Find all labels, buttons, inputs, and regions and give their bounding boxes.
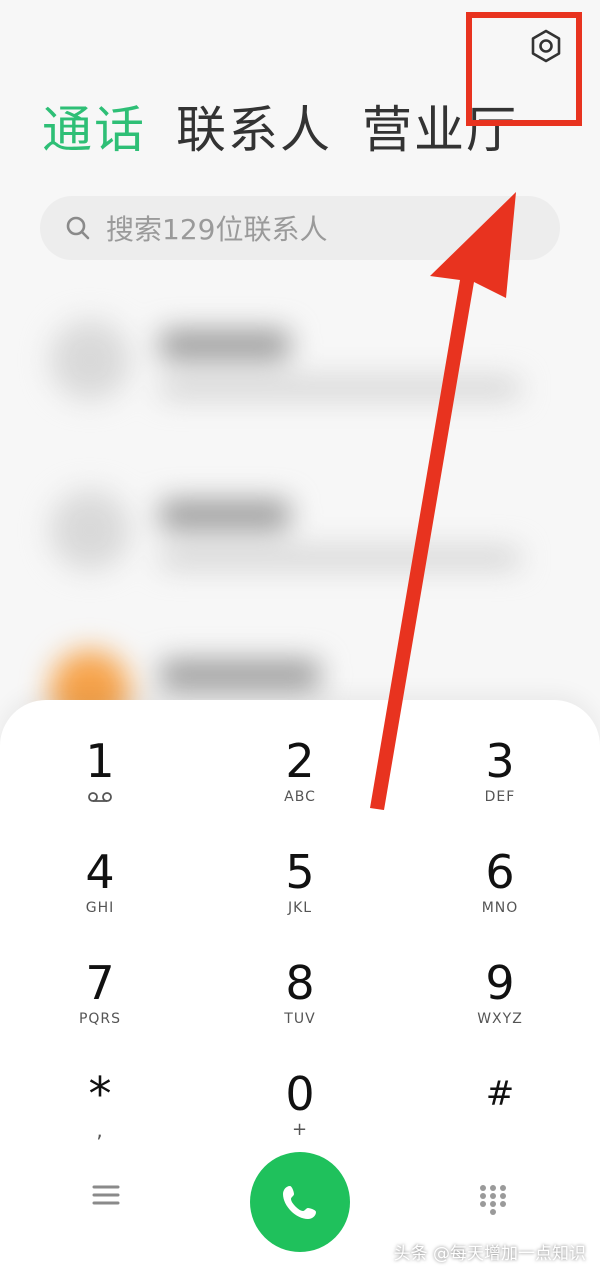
avatar xyxy=(50,320,130,400)
key-digit: 2 xyxy=(285,734,315,788)
key-letters: , xyxy=(96,1118,104,1142)
key-digit: 8 xyxy=(285,956,315,1010)
keypad-icon xyxy=(480,1185,506,1215)
key-6[interactable]: 6 MNO xyxy=(420,845,580,945)
key-star[interactable]: * , xyxy=(20,1067,180,1167)
key-hash[interactable]: # xyxy=(420,1067,580,1167)
key-letters: DEF xyxy=(484,789,516,805)
key-digit: 0 xyxy=(285,1067,315,1121)
search-icon xyxy=(66,216,90,240)
dialer-screen: 通话 联系人 营业厅 搜索129位联系人 1 2 ABC 3 DEF 4 GHI… xyxy=(0,0,600,1282)
key-letters: WXYZ xyxy=(477,1011,523,1027)
watermark: 头条 @每天增加一点知识 xyxy=(393,1244,586,1264)
key-letters: MNO xyxy=(481,900,519,916)
highlight-box xyxy=(466,12,582,126)
key-digit: 6 xyxy=(485,845,515,899)
key-digit: 3 xyxy=(485,734,515,788)
key-digit: 1 xyxy=(85,734,115,788)
key-letters: + xyxy=(291,1119,309,1140)
key-1[interactable]: 1 xyxy=(20,734,180,834)
contact-detail-blurred xyxy=(160,378,520,398)
recent-calls-list xyxy=(0,290,600,730)
key-5[interactable]: 5 JKL xyxy=(220,845,380,945)
menu-button[interactable] xyxy=(88,1180,124,1210)
menu-icon xyxy=(92,1185,120,1205)
contact-name-blurred xyxy=(160,330,290,360)
phone-icon xyxy=(283,1186,316,1219)
key-digit: * xyxy=(88,1067,112,1121)
key-4[interactable]: 4 GHI xyxy=(20,845,180,945)
key-2[interactable]: 2 ABC xyxy=(220,734,380,834)
contact-detail-blurred xyxy=(160,548,520,568)
keypad-toggle-button[interactable] xyxy=(476,1182,510,1216)
key-digit: 9 xyxy=(485,956,515,1010)
voicemail-icon xyxy=(88,792,112,802)
key-letters: PQRS xyxy=(78,1011,122,1027)
top-tabs: 通话 联系人 营业厅 xyxy=(42,100,518,160)
search-placeholder: 搜索129位联系人 xyxy=(106,213,328,246)
key-digit: # xyxy=(485,1074,515,1114)
key-3[interactable]: 3 DEF xyxy=(420,734,580,834)
key-digit: 5 xyxy=(285,845,315,899)
key-digit: 7 xyxy=(85,956,115,1010)
key-letters: GHI xyxy=(85,900,115,916)
contact-name-blurred xyxy=(160,500,290,530)
key-letters: JKL xyxy=(287,900,313,916)
key-letters: TUV xyxy=(284,1011,316,1027)
key-digit: 4 xyxy=(85,845,115,899)
key-7[interactable]: 7 PQRS xyxy=(20,956,180,1056)
search-bar[interactable]: 搜索129位联系人 xyxy=(40,196,560,260)
call-button[interactable] xyxy=(250,1152,350,1252)
list-item[interactable] xyxy=(40,300,560,420)
key-9[interactable]: 9 WXYZ xyxy=(420,956,580,1056)
key-8[interactable]: 8 TUV xyxy=(220,956,380,1056)
contact-name-blurred xyxy=(160,660,320,690)
tab-contacts[interactable]: 联系人 xyxy=(176,100,332,160)
list-item[interactable] xyxy=(40,470,560,590)
avatar xyxy=(50,490,130,570)
key-letters: ABC xyxy=(284,789,316,805)
tab-calls[interactable]: 通话 xyxy=(42,100,146,160)
